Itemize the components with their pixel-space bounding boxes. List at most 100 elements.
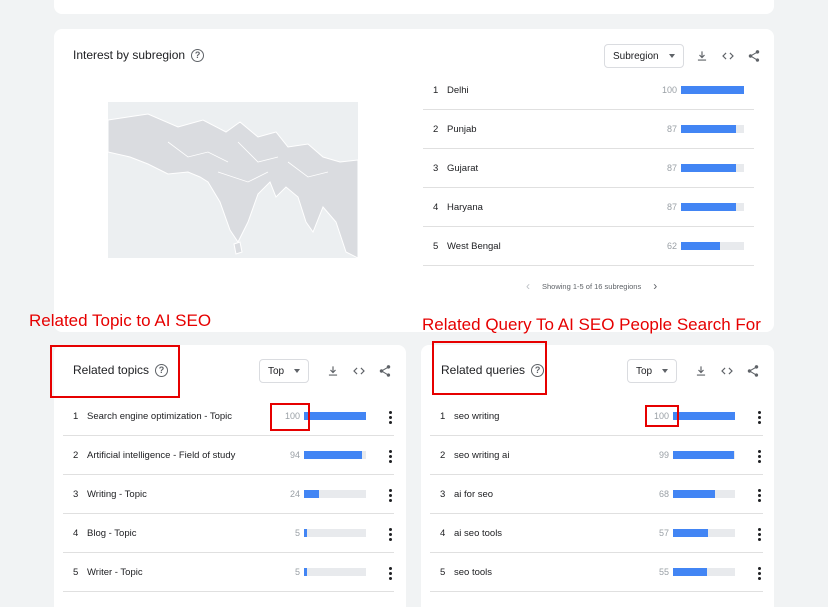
subregion-list: 1 Delhi 100 2 Punjab 87 3 Gujarat 87 4 Haryana 87 5 W… <box>423 71 754 266</box>
more-options-icon[interactable] <box>758 411 761 424</box>
item-label[interactable]: Blog - Topic <box>87 528 295 539</box>
annotation-box-queries-title <box>432 341 547 395</box>
subregion-map[interactable] <box>108 102 358 258</box>
value-bar <box>673 529 735 537</box>
more-options-icon[interactable] <box>389 528 392 541</box>
value-bar-fill <box>304 490 319 498</box>
share-icon[interactable] <box>745 363 761 379</box>
value-bar <box>673 568 735 576</box>
item-label[interactable]: Delhi <box>447 85 662 96</box>
value-bar <box>681 203 744 211</box>
item-label[interactable]: ai seo tools <box>454 528 659 539</box>
list-item[interactable]: 4 ai seo tools 57 <box>430 514 763 553</box>
list-item[interactable]: 2 Punjab 87 <box>423 110 754 149</box>
item-label[interactable]: ai for seo <box>454 489 659 500</box>
rank-number: 4 <box>440 527 446 539</box>
value-bar-fill <box>681 203 736 211</box>
list-item[interactable]: 5 West Bengal 62 <box>423 227 754 266</box>
value-bar-fill <box>673 412 735 420</box>
annotation-box-topics-value <box>270 403 310 431</box>
list-item[interactable]: 4 Haryana 87 <box>423 188 754 227</box>
list-item[interactable]: 3 Writing - Topic 24 <box>63 475 394 514</box>
help-icon[interactable]: ? <box>191 48 205 62</box>
more-options-icon[interactable] <box>389 450 392 463</box>
more-options-icon[interactable] <box>758 528 761 541</box>
annotation-related-topic: Related Topic to AI SEO <box>29 311 212 330</box>
download-icon[interactable] <box>325 363 341 379</box>
more-options-icon[interactable] <box>758 489 761 502</box>
queries-controls: Top <box>627 359 761 383</box>
annotation-box-topics-title <box>50 345 180 398</box>
list-item[interactable]: 1 Search engine optimization - Topic 100 <box>63 397 394 436</box>
list-item[interactable]: 3 Gujarat 87 <box>423 149 754 188</box>
more-options-icon[interactable] <box>758 567 761 580</box>
item-label[interactable]: Writer - Topic <box>87 567 295 578</box>
value-bar-fill <box>304 529 308 537</box>
rank-number: 1 <box>440 410 446 422</box>
value-bar <box>304 451 366 459</box>
value-bar-fill <box>673 568 708 576</box>
embed-code-icon[interactable] <box>351 363 367 379</box>
item-label[interactable]: seo writing <box>454 411 654 422</box>
share-icon[interactable] <box>377 363 393 379</box>
caret-down-icon <box>294 369 301 373</box>
more-options-icon[interactable] <box>389 567 392 580</box>
item-label[interactable]: seo tools <box>454 567 659 578</box>
rank-number: 1 <box>433 84 439 96</box>
list-item[interactable]: 3 ai for seo 68 <box>430 475 763 514</box>
item-value: 62 <box>666 241 677 251</box>
value-bar <box>304 529 366 537</box>
queries-select-value: Top <box>636 365 653 377</box>
item-value: 5 <box>294 567 300 577</box>
item-label[interactable]: Writing - Topic <box>87 489 290 500</box>
chevron-left-icon[interactable]: ‹ <box>526 279 530 293</box>
list-item[interactable]: 2 Artificial intelligence - Field of stud… <box>63 436 394 475</box>
list-item[interactable]: 5 Writer - Topic 5 <box>63 553 394 592</box>
item-label[interactable]: Search engine optimization - Topic <box>87 411 285 422</box>
download-icon[interactable] <box>694 48 710 64</box>
item-label[interactable]: Gujarat <box>447 163 667 174</box>
value-bar <box>681 164 744 172</box>
item-value: 94 <box>289 450 300 460</box>
value-bar-fill <box>673 451 735 459</box>
rank-number: 4 <box>433 201 439 213</box>
embed-code-icon[interactable] <box>719 363 735 379</box>
chevron-right-icon[interactable]: › <box>653 279 657 293</box>
value-bar-fill <box>681 242 721 250</box>
item-label[interactable]: seo writing ai <box>454 450 659 461</box>
list-item[interactable]: 2 seo writing ai 99 <box>430 436 763 475</box>
item-label[interactable]: Haryana <box>447 202 667 213</box>
subregion-select[interactable]: Subregion <box>604 44 684 68</box>
value-bar <box>681 242 744 250</box>
topics-list: 1 Search engine optimization - Topic 100 2 A… <box>63 397 394 592</box>
value-bar <box>681 86 744 94</box>
item-value: 87 <box>666 163 677 173</box>
embed-code-icon[interactable] <box>720 48 736 64</box>
list-item[interactable]: 5 seo tools 55 <box>430 553 763 592</box>
topics-controls: Top <box>259 359 393 383</box>
value-bar-fill <box>304 412 366 420</box>
topics-select[interactable]: Top <box>259 359 310 383</box>
more-options-icon[interactable] <box>389 489 392 502</box>
list-item[interactable]: 1 Delhi 100 <box>423 71 754 110</box>
item-label[interactable]: Punjab <box>447 124 667 135</box>
more-options-icon[interactable] <box>758 450 761 463</box>
share-icon[interactable] <box>746 48 762 64</box>
rank-number: 2 <box>433 123 439 135</box>
rank-number: 1 <box>73 410 79 422</box>
download-icon[interactable] <box>693 363 709 379</box>
item-label[interactable]: Artificial intelligence - Field of study <box>87 450 290 461</box>
more-options-icon[interactable] <box>389 411 392 424</box>
item-value: 57 <box>658 528 669 538</box>
annotation-box-queries-value <box>645 405 679 427</box>
value-bar <box>304 412 366 420</box>
rank-number: 5 <box>73 566 79 578</box>
list-item[interactable]: 4 Blog - Topic 5 <box>63 514 394 553</box>
rank-number: 2 <box>440 449 446 461</box>
item-label[interactable]: West Bengal <box>447 241 667 252</box>
value-bar-fill <box>681 164 736 172</box>
list-item[interactable]: 1 seo writing 100 <box>430 397 763 436</box>
subregion-select-value: Subregion <box>613 50 659 62</box>
rank-number: 3 <box>440 488 446 500</box>
queries-select[interactable]: Top <box>627 359 678 383</box>
